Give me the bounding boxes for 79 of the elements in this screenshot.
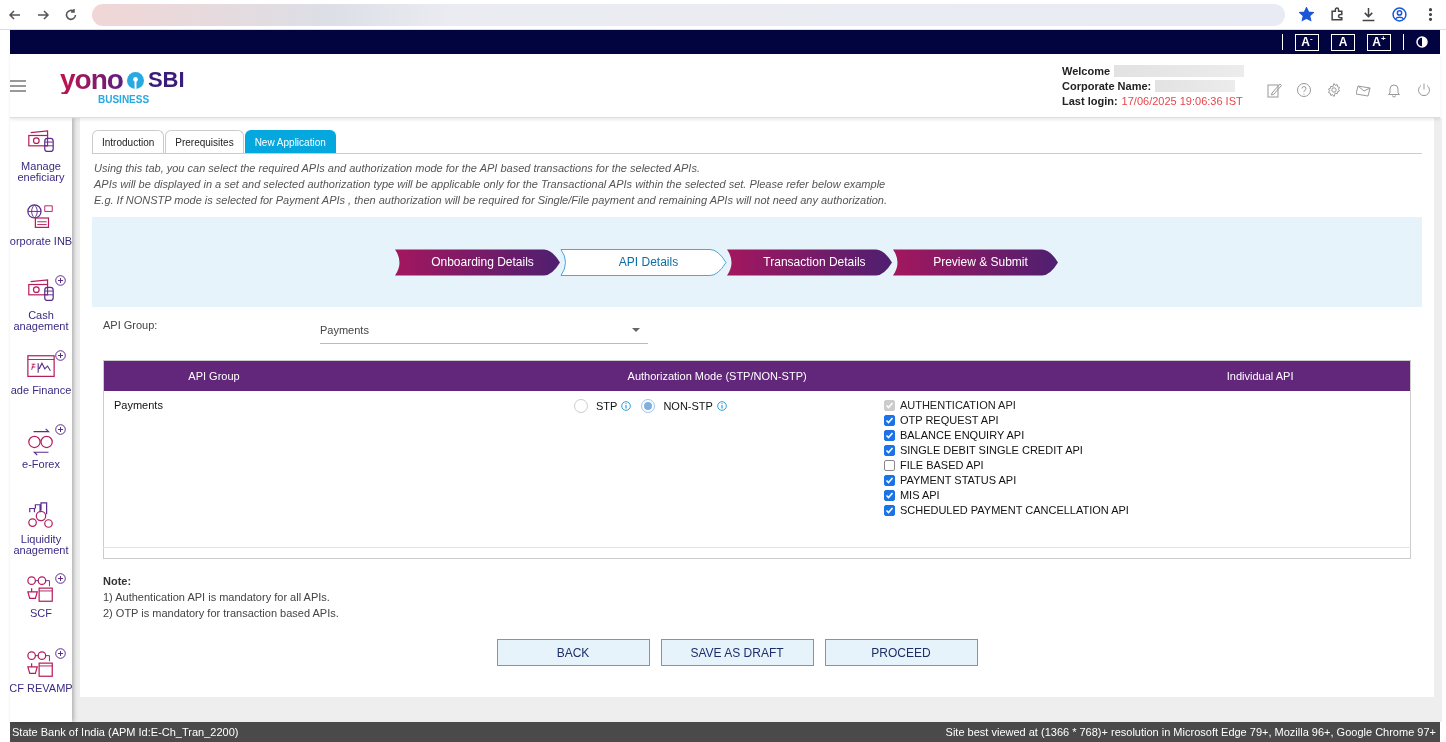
checkbox[interactable] [883, 414, 895, 426]
tab[interactable]: Introduction [92, 130, 165, 153]
font-size-button[interactable]: A$^{+}$ [1367, 33, 1391, 51]
welcome-label: Welcome [1062, 64, 1111, 77]
action-button[interactable]: SAVE AS DRAFT [660, 639, 814, 666]
column-header: Individual API [1110, 360, 1411, 391]
last-login-label: Last login: [1062, 94, 1118, 107]
menu-icon[interactable] [10, 78, 26, 93]
action-button[interactable]: BACK [496, 639, 650, 666]
field-label: API Group: [103, 319, 159, 331]
checkbox[interactable] [883, 474, 895, 486]
instruction-text: APIs will be displayed in a set and selected authorization type will be applicable only for the Transactional APIs within the selected set. Please refer below example [94, 178, 887, 191]
sidebar-item-label[interactable]: Cash [28, 310, 54, 321]
expand-icon[interactable] [55, 647, 66, 659]
checkbox-label[interactable]: SCHEDULED PAYMENT CANCELLATION API [899, 504, 1129, 516]
radio-label[interactable]: STP [596, 400, 618, 412]
sidebar-item-label[interactable]: eneficiary [17, 172, 65, 183]
sidebar-item-label[interactable]: orporate INB [10, 235, 72, 247]
checkbox-label[interactable]: BALANCE ENQUIRY API [899, 429, 1025, 441]
contrast-icon[interactable] [1416, 36, 1428, 48]
star-icon[interactable] [1299, 7, 1314, 22]
radio-label[interactable]: NON-STP [663, 400, 713, 412]
expand-icon[interactable] [55, 573, 66, 584]
reload-icon[interactable] [64, 7, 78, 22]
expand-icon[interactable] [55, 275, 66, 286]
corporate-name-label: Corporate Name: [1062, 79, 1152, 92]
last-login-time: 17/06/2025 19:06:36 IST [1121, 94, 1243, 107]
caret-icon [632, 328, 640, 332]
back-icon[interactable] [8, 7, 22, 22]
step-tab[interactable]: Transaction Details [726, 248, 893, 276]
action-button[interactable]: PROCEED [824, 639, 978, 666]
font-size-button[interactable]: A$^{-}$ [1295, 33, 1319, 51]
help-icon[interactable] [1296, 81, 1312, 98]
column-header: API Group [103, 360, 324, 391]
api-group-dropdown[interactable]: Payments [320, 319, 648, 344]
checkbox[interactable] [883, 489, 895, 501]
info-icon[interactable] [716, 401, 727, 411]
note-text: 2) OTP is mandatory for transaction based APIs. [103, 607, 340, 619]
bank-logo-icon [126, 71, 144, 89]
sidebar-item-label[interactable]: SCF [30, 608, 52, 619]
table-cell: Payments [103, 391, 324, 548]
checkbox-label[interactable]: OTP REQUEST API [899, 414, 999, 426]
expand-icon[interactable] [55, 349, 66, 361]
checkbox[interactable] [883, 459, 895, 471]
step-tab[interactable]: Preview & Submit [892, 248, 1059, 276]
checkbox[interactable] [883, 504, 895, 516]
checkbox[interactable] [883, 429, 895, 441]
sidebar-item-label[interactable]: CF REVAMP [10, 682, 72, 694]
profile-icon[interactable] [1392, 7, 1407, 22]
footer-text: State Bank of India (APM Id:E-Ch_Tran_2200) [12, 726, 239, 738]
checkbox[interactable] [883, 444, 895, 456]
info-icon[interactable] [621, 401, 632, 411]
step-tab[interactable]: Onboarding Details [394, 248, 561, 276]
sidebar-item-label[interactable]: Liquidity [20, 533, 62, 545]
sidebar-item-label[interactable]: anagement [13, 544, 69, 556]
note-title: Note: [103, 575, 133, 587]
font-size-button[interactable]: A [1331, 33, 1355, 51]
checkbox-label[interactable]: PAYMENT STATUS API [899, 474, 1017, 486]
sidebar-item-label[interactable]: e-Forex [22, 459, 60, 470]
forward-icon[interactable] [36, 7, 50, 22]
instruction-text: E.g. If NONSTP mode is selected for Payment APIs , then authorization will be required for Single/File payment and remaining APIs will not need any authorization. [94, 194, 888, 207]
step-tab[interactable]: API Details [560, 248, 727, 276]
puzzle-icon[interactable] [1330, 7, 1345, 22]
download-icon[interactable] [1361, 7, 1376, 22]
expand-icon[interactable] [55, 424, 66, 435]
checkbox-label[interactable]: FILE BASED API [899, 459, 984, 471]
instruction-text: Using this tab, you can select the required APIs and authorization mode for the API based transactions for the selected APIs. [94, 162, 701, 175]
footer-text: Site best viewed at (1366 * 768)+ resolution in Microsoft Edge 79+, Mozilla 96+, Google Chrome 97+ [945, 726, 1436, 738]
sidebar-item-label[interactable]: anagement [13, 321, 69, 332]
column-header: Authorization Mode (STP/NON-STP) [324, 360, 1111, 391]
sidebar-item-label[interactable]: Manage [21, 161, 61, 172]
checkbox-label[interactable]: SINGLE DEBIT SINGLE CREDIT API [899, 444, 1083, 456]
sidebar-item-label[interactable]: ade Finance [10, 384, 72, 396]
logo-brand: SBI [147, 66, 185, 94]
tab[interactable]: Prerequisites [165, 130, 244, 153]
logo-subtitle: BUSINESS [98, 94, 150, 105]
note-text: 1) Authentication API is mandatory for all APIs. [103, 591, 331, 603]
notification-icon[interactable] [1386, 81, 1402, 98]
checkbox-label[interactable]: MIS API [899, 489, 940, 501]
